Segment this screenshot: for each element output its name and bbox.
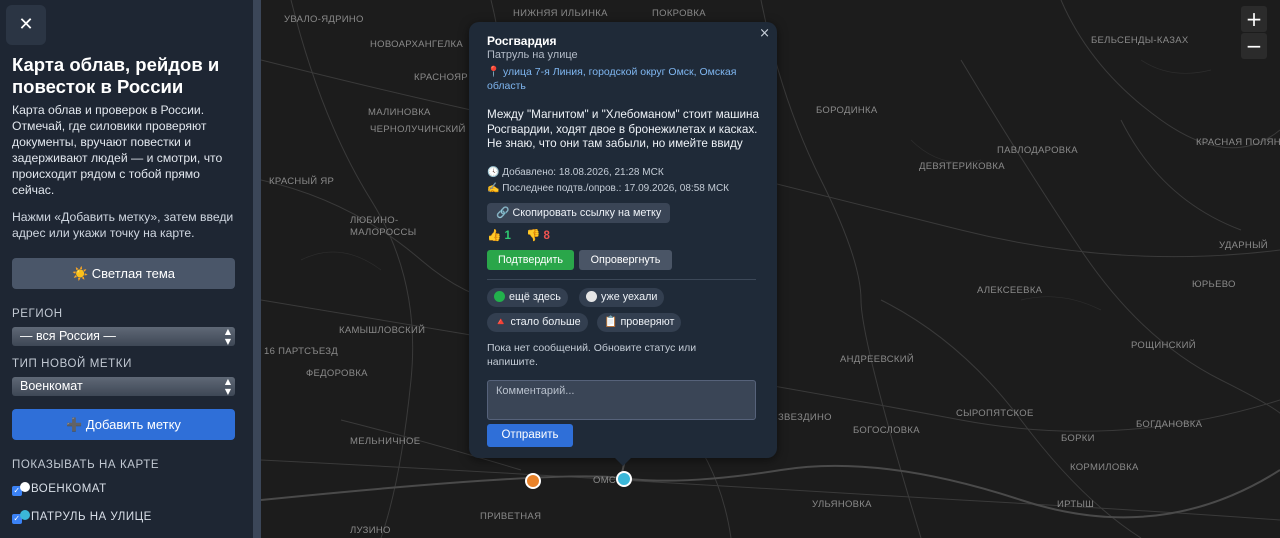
map-label: КРАСНАЯ ПОЛЯНА [1196,137,1280,148]
map-label: ЮРЬЕВО [1192,279,1236,290]
green-dot-icon [494,291,505,302]
map-label: КАМЫШЛОВСКИЙ [339,325,426,336]
map-label: БЕЛЬСЕНДЫ-КАЗАХ [1091,35,1189,46]
chip-label: 🔺 стало больше [494,316,581,328]
comment-input[interactable]: Комментарий... [487,380,756,420]
popup-divider [487,279,756,280]
map-label: ПОКРОВКА [652,8,706,19]
status-checking-button[interactable]: 📋 проверяют [597,313,682,332]
map-label: ПАВЛОДАРОВКА [997,145,1078,156]
no-messages-text: Пока нет сообщений. Обновите статус или … [487,342,697,368]
map-label: НИЖНЯЯ ИЛЬИНКА [513,8,608,19]
status-still-here-button[interactable]: ещё здесь [487,288,568,307]
popup-last-confirm-time: ✍️ Последнее подтв./опров.: 17.09.2026, … [487,183,729,194]
map-label: УДАРНЫЙ [1219,240,1268,251]
like-count[interactable]: 👍 1 [487,228,511,242]
map-label: БОРКИ [1061,433,1095,444]
popup-title: Росгвардия [487,34,557,48]
map-label: МАЛИНОВКА [368,107,431,118]
layer-label: ВОЕНКОМАТ [31,483,107,495]
copy-link-button[interactable]: 🔗 Скопировать ссылку на метку [487,203,671,223]
map-marker-voenkomat[interactable] [525,473,541,489]
marker-type-select-value: Военкомат [20,379,83,393]
popup-address: 📍 улица 7-я Линия, городской округ Омск,… [487,66,737,92]
map-label: БОГОСЛОВКА [853,425,920,436]
map-label: ДЕВЯТЕРИКОВКА [919,161,1005,172]
map-label: ЛУЗИНО [350,525,391,536]
chip-label: 📋 проверяют [604,316,675,328]
add-marker-button[interactable]: ➕ Добавить метку [12,409,235,440]
popup-close-button[interactable]: × [759,26,770,41]
map-label: СЫРОПЯТСКОЕ [956,408,1034,419]
map-label: БОРОДИНКА [816,105,878,116]
map-label: ПРИВЕТНАЯ [480,511,542,522]
popup-added-time: 🕓 Добавлено: 18.08.2026, 21:28 МСК [487,167,664,178]
map-label: КРАСНОЯР [414,72,468,83]
map-label: НОВОАРХАНГЕЛКА [370,39,464,50]
sidebar-resize-handle[interactable] [253,0,261,538]
map-label: АЛЕКСЕЕВКА [977,285,1043,296]
region-label: РЕГИОН [12,308,63,320]
map-label: ФЕДОРОВКА [306,368,368,379]
send-button[interactable]: Отправить [487,424,573,447]
page-title: Карта облав, рейдов и повесток в России [12,54,220,97]
chip-label: уже уехали [601,291,658,303]
region-select-value: — вся Россия — [20,329,116,343]
map-label: УЛЬЯНОВКА [812,499,872,510]
white-dot-icon [586,291,597,302]
confirm-button[interactable]: Подтвердить [487,250,574,270]
map-label: КОРМИЛОВКА [1070,462,1139,473]
layer-toggle-voenkomat[interactable]: ✓ ВОЕНКОМАТ [12,482,107,496]
map-label: ИРТЫШ [1057,499,1095,510]
popup-tip [614,457,632,466]
map-label: УВАЛО-ЯДРИНО [284,14,364,25]
zoom-in-button[interactable]: + [1241,6,1267,32]
popup-description: Между "Магнитом" и "Хлебоманом" стоит ма… [487,108,759,150]
layer-label: ПАТРУЛЬ НА УЛИЦЕ [31,511,152,523]
map-label: 16 ПАРТСЪЕЗД [264,346,339,357]
cyan-dot-icon [20,510,30,520]
status-more-button[interactable]: 🔺 стало больше [487,313,588,332]
zoom-out-button[interactable]: − [1241,33,1267,59]
white-dot-icon [20,482,30,492]
select-arrows-icon: ▲ ▼ [224,377,231,396]
refute-button[interactable]: Опровергнуть [579,250,672,270]
marker-type-label: ТИП НОВОЙ МЕТКИ [12,358,132,370]
map-label: МЕЛЬНИЧНОЕ [350,436,421,447]
map-marker-patrol[interactable] [616,471,632,487]
map-label: ЛЮБИНО-МАЛОРОССЫ [350,215,417,238]
map-label: БОГДАНОВКА [1136,419,1203,430]
region-select[interactable]: — вся Россия — ▲ ▼ [12,327,235,346]
sidebar-hint: Нажми «Добавить метку», затем введи адре… [12,210,234,240]
layer-toggle-patrol[interactable]: ✓ ПАТРУЛЬ НА УЛИЦЕ [12,510,152,524]
close-sidebar-button[interactable]: ✕ [6,5,46,45]
status-left-button[interactable]: уже уехали [579,288,665,307]
light-theme-button[interactable]: ☀️ Светлая тема [12,258,235,289]
sidebar: ✕ Карта облав, рейдов и повесток в Росси… [0,0,253,538]
map-label: ЧЕРНОЛУЧИНСКИЙ [370,124,466,135]
marker-popup: × Росгвардия Патруль на улице 📍 улица 7-… [469,22,777,466]
map-label: КРАСНЫЙ ЯР [269,176,335,187]
popup-marker-type: Патруль на улице [487,49,578,61]
select-arrows-icon: ▲ ▼ [224,327,231,346]
sidebar-description: Карта облав и проверок в России. Отмечай… [12,103,223,197]
marker-type-select[interactable]: Военкомат ▲ ▼ [12,377,235,396]
chip-label: ещё здесь [509,291,561,303]
map-label: АНДРЕЕВСКИЙ [840,354,915,365]
map-label: РОЩИНСКИЙ [1131,340,1196,351]
show-on-map-label: ПОКАЗЫВАТЬ НА КАРТЕ [12,459,160,471]
map-label: ЗВЕЗДИНО [778,412,832,423]
dislike-count[interactable]: 👎 8 [526,228,550,242]
